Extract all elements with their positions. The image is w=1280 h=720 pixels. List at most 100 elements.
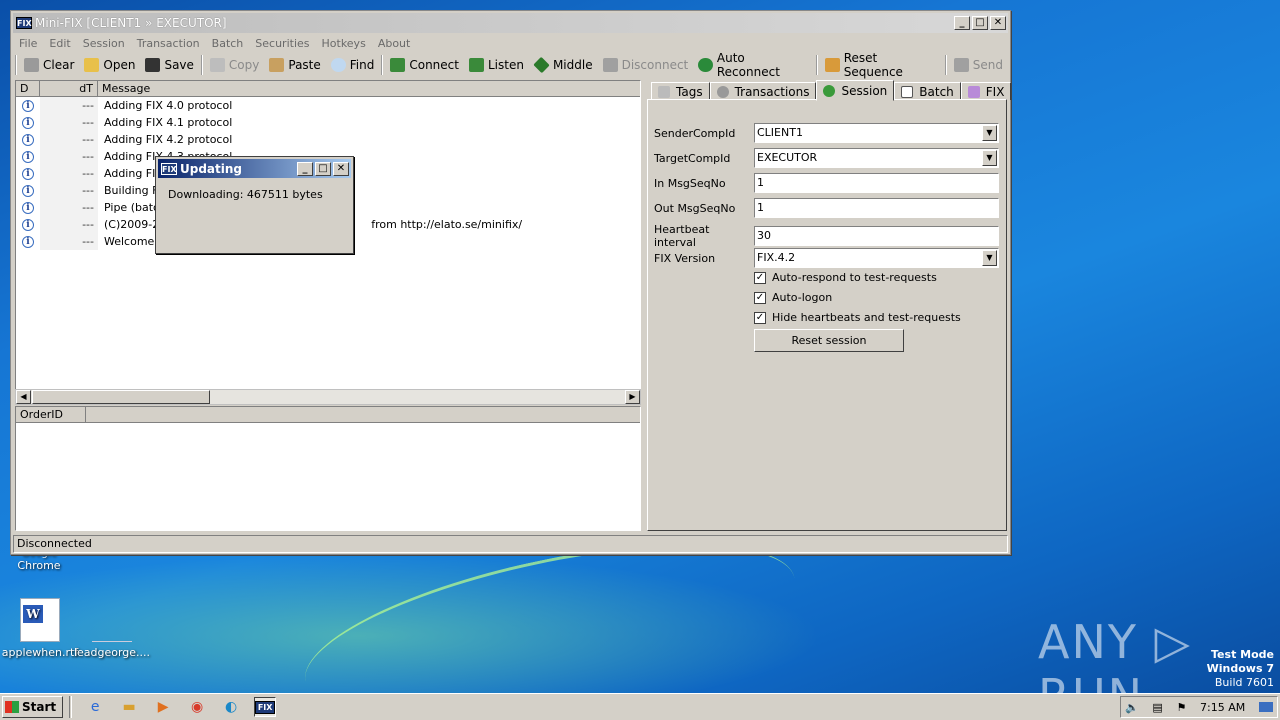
auto-logon-checkbox[interactable]: ✓ Auto-logon xyxy=(754,291,832,304)
copy-button[interactable]: Copy xyxy=(205,54,264,76)
scroll-thumb[interactable] xyxy=(32,390,210,404)
checkmark-icon: ✓ xyxy=(754,311,766,324)
taskbar: Start e ▬ ▶ ◉ ◐ FIX 🔈 ▤ ⚑ 7:15 AM xyxy=(0,693,1280,720)
out-seq-row: Out MsgSeqNo 1 xyxy=(654,198,999,218)
chevron-down-icon[interactable]: ▼ xyxy=(982,150,997,166)
disconnect-button[interactable]: Disconnect xyxy=(598,54,694,76)
chevron-down-icon[interactable]: ▼ xyxy=(982,125,997,141)
fix-version-select[interactable]: FIX.4.2 ▼ xyxy=(754,248,999,268)
fix-version-label: FIX Version xyxy=(654,251,716,265)
edge-icon[interactable]: ◐ xyxy=(220,697,242,717)
dialog-close-button[interactable]: ✕ xyxy=(333,161,349,176)
info-icon: i xyxy=(22,201,34,214)
menu-edit[interactable]: Edit xyxy=(43,37,76,50)
back-arrow-icon xyxy=(825,58,840,72)
column-orderid[interactable]: OrderID xyxy=(16,407,86,422)
find-button[interactable]: Find xyxy=(326,54,380,76)
close-button[interactable]: ✕ xyxy=(990,16,1006,30)
menu-hotkeys[interactable]: Hotkeys xyxy=(316,37,372,50)
desktop-icon-leadgeorge[interactable]: leadgeorge.... xyxy=(72,598,152,659)
internet-explorer-icon[interactable]: e xyxy=(84,697,106,717)
gear-icon xyxy=(823,84,836,97)
auto-respond-checkbox[interactable]: ✓ Auto-respond to test-requests xyxy=(754,271,937,284)
scroll-right-arrow[interactable]: ▶ xyxy=(625,390,640,404)
out-msgseqno-field[interactable]: 1 xyxy=(754,198,999,218)
save-button[interactable]: Save xyxy=(140,54,198,76)
menu-transaction[interactable]: Transaction xyxy=(131,37,206,50)
target-compid-select[interactable]: EXECUTOR ▼ xyxy=(754,148,999,168)
dialog-title-bar[interactable]: FIX Updating _ □ ✕ xyxy=(158,159,351,178)
fix-app-icon: FIX xyxy=(16,17,32,29)
folder-icon xyxy=(84,58,100,72)
windows-flag-icon xyxy=(5,701,19,713)
hide-heartbeats-checkbox[interactable]: ✓ Hide heartbeats and test-requests xyxy=(754,311,961,324)
toolbar: Clear Open Save Copy Paste Find Connect … xyxy=(13,51,1008,79)
sender-compid-select[interactable]: CLIENT1 ▼ xyxy=(754,123,999,143)
refresh-icon xyxy=(698,58,713,72)
menu-batch[interactable]: Batch xyxy=(206,37,250,50)
target-label: TargetCompId xyxy=(654,151,731,165)
paste-button[interactable]: Paste xyxy=(264,54,325,76)
system-tray: 🔈 ▤ ⚑ 7:15 AM xyxy=(1120,696,1278,718)
dialog-maximize-button[interactable]: □ xyxy=(315,161,331,176)
send-arrow-icon xyxy=(953,58,969,72)
chevron-down-icon[interactable]: ▼ xyxy=(982,250,997,266)
info-icon: i xyxy=(22,184,34,197)
menu-file[interactable]: File xyxy=(13,37,43,50)
dialog-minimize-button[interactable]: _ xyxy=(297,161,313,176)
media-player-icon[interactable]: ▶ xyxy=(152,697,174,717)
sender-label: SenderCompId xyxy=(654,126,736,140)
log-row[interactable]: i --- Adding FIX 4.2 protocol xyxy=(16,131,640,148)
info-icon: i xyxy=(22,133,34,146)
clear-button[interactable]: Clear xyxy=(19,54,79,76)
log-horizontal-scrollbar[interactable]: ◀ ▶ xyxy=(15,389,641,405)
column-message[interactable]: Message xyxy=(98,81,640,96)
session-panel: SenderCompId CLIENT1 ▼ TargetCompId EXECU… xyxy=(647,99,1007,531)
checkmark-icon: ✓ xyxy=(754,291,766,304)
middle-button[interactable]: Middle xyxy=(529,54,598,76)
network-icon[interactable]: ▤ xyxy=(1152,701,1162,714)
blank-file-icon xyxy=(92,598,132,642)
minimize-button[interactable]: _ xyxy=(954,16,970,30)
reset-sequence-button[interactable]: Reset Sequence xyxy=(820,51,943,79)
taskbar-separator xyxy=(69,696,73,718)
chrome-icon[interactable]: ◉ xyxy=(186,697,208,717)
column-dt[interactable]: dT xyxy=(40,81,98,96)
listen-button[interactable]: Listen xyxy=(464,54,529,76)
desktop-icon-applewhen[interactable]: W applewhen.rtf xyxy=(0,598,80,659)
column-d[interactable]: D xyxy=(16,81,40,96)
heartbeat-label: Heartbeat interval xyxy=(654,223,710,249)
file-explorer-icon[interactable]: ▬ xyxy=(118,697,140,717)
fix-book-icon xyxy=(967,85,980,98)
minifix-window: FIX Mini-FIX [CLIENT1 » EXECUTOR] _ □ ✕ … xyxy=(10,10,1012,555)
heartbeat-interval-field[interactable]: 30 xyxy=(754,226,999,246)
clock[interactable]: 7:15 AM xyxy=(1200,701,1245,714)
magnifier-icon xyxy=(330,58,346,72)
toolbar-separator xyxy=(944,55,947,75)
show-desktop-icon[interactable] xyxy=(1258,702,1273,712)
action-center-flag-icon[interactable]: ⚑ xyxy=(1176,701,1186,714)
minifix-taskbar-icon[interactable]: FIX xyxy=(254,697,277,717)
reset-session-button[interactable]: Reset session xyxy=(754,329,904,352)
menu-about[interactable]: About xyxy=(372,37,417,50)
connect-button[interactable]: Connect xyxy=(385,54,464,76)
menu-securities[interactable]: Securities xyxy=(249,37,315,50)
send-button[interactable]: Send xyxy=(949,54,1008,76)
maximize-button[interactable]: □ xyxy=(972,16,988,30)
speaker-icon[interactable]: 🔈 xyxy=(1125,701,1139,714)
log-row[interactable]: i --- Adding FIX 4.0 protocol xyxy=(16,97,640,114)
log-row[interactable]: i --- Adding FIX 4.1 protocol xyxy=(16,114,640,131)
tab-session[interactable]: Session xyxy=(816,80,895,101)
title-bar[interactable]: FIX Mini-FIX [CLIENT1 » EXECUTOR] _ □ ✕ xyxy=(13,13,1008,33)
listen-icon xyxy=(468,58,484,72)
in-msgseqno-field[interactable]: 1 xyxy=(754,173,999,193)
open-button[interactable]: Open xyxy=(79,54,140,76)
orders-list[interactable]: OrderID xyxy=(15,406,641,531)
scroll-left-arrow[interactable]: ◀ xyxy=(16,390,31,404)
info-icon: i xyxy=(22,167,34,180)
out-seq-label: Out MsgSeqNo xyxy=(654,201,736,215)
fix-app-icon: FIX xyxy=(161,162,177,175)
start-button[interactable]: Start xyxy=(2,696,64,718)
auto-reconnect-button[interactable]: Auto Reconnect xyxy=(693,51,814,79)
menu-session[interactable]: Session xyxy=(77,37,131,50)
